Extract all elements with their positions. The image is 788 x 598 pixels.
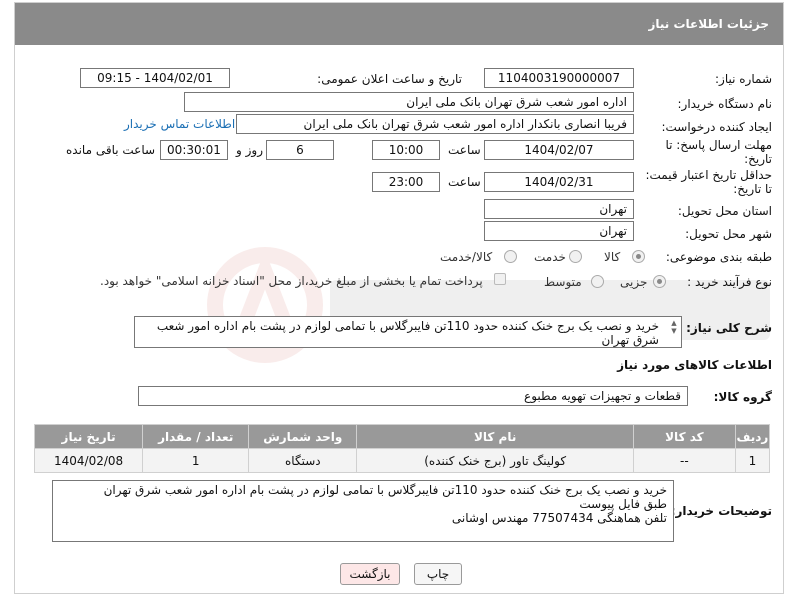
remaining-time-field[interactable]: 00:30:01 [160, 140, 228, 160]
process-radio-medium[interactable] [591, 275, 604, 288]
buyer-notes-line-3: تلفن هماهنگی 77507434 مهندس اوشانی [451, 511, 667, 525]
category-radio-goods[interactable] [632, 250, 645, 263]
reply-days-label: روز و [236, 143, 263, 157]
price-validity-date-field[interactable]: 1404/02/31 [484, 172, 634, 192]
need-number-label: شماره نیاز: [715, 72, 772, 86]
reply-deadline-date-field[interactable]: 1404/02/07 [484, 140, 634, 160]
delivery-city-field[interactable]: تهران [484, 221, 634, 241]
buyer-notes-label: توضیحات خریدار: [670, 504, 772, 518]
cell-unit: دستگاه [248, 448, 358, 473]
price-validity-label-line1: حداقل تاریخ اعتبار قیمت: [645, 168, 772, 182]
category-radio-goods-service[interactable] [504, 250, 517, 263]
category-option-goods: کالا [604, 250, 621, 264]
category-radio-service[interactable] [569, 250, 582, 263]
buyer-notes-textarea[interactable]: خرید و نصب یک برج خنک کننده حدود 110تن ف… [52, 480, 674, 542]
category-option-goods-service: کالا/خدمت [440, 250, 493, 264]
back-button[interactable]: بازگشت [340, 563, 400, 585]
delivery-province-field[interactable]: تهران [484, 199, 634, 219]
buyer-org-field[interactable]: اداره امور شعب شرق تهران بانک ملی ایران [184, 92, 634, 112]
reply-deadline-time-label: ساعت [448, 143, 481, 157]
col-row-number: ردیف [734, 424, 771, 449]
reply-deadline-label-line1: مهلت ارسال پاسخ: تا [665, 138, 772, 152]
process-radio-minor[interactable] [653, 275, 666, 288]
buyer-contact-link[interactable]: اطلاعات تماس خریدار [124, 117, 235, 131]
page-title: جزئیات اطلاعات نیاز [648, 17, 769, 31]
items-table: ردیف کد کالا نام کالا واحد شمارش تعداد /… [33, 424, 771, 473]
price-validity-time-label: ساعت [448, 175, 481, 189]
reply-deadline-time-field[interactable]: 10:00 [372, 140, 440, 160]
need-number-field[interactable]: 1104003190000007 [484, 68, 634, 88]
treasury-payment-checkbox[interactable] [494, 273, 506, 285]
category-label: طبقه بندی موضوعی: [665, 250, 772, 264]
cell-need-date: 1404/02/08 [33, 448, 144, 473]
items-table-header-row: ردیف کد کالا نام کالا واحد شمارش تعداد /… [33, 424, 771, 449]
goods-group-field[interactable]: قطعات و تجهیزات تهویه مطبوع [138, 386, 688, 406]
reply-days-field[interactable]: 6 [266, 140, 334, 160]
cell-row-number: 1 [734, 448, 771, 473]
cell-goods-code: -- [632, 448, 736, 473]
price-validity-label-line2: تا تاریخ: [733, 182, 772, 196]
remaining-time-label: ساعت باقی مانده [66, 143, 156, 157]
print-button[interactable]: چاپ [414, 563, 462, 585]
description-textarea[interactable]: خرید و نصب یک برج خنک کننده حدود 110تن ف… [134, 316, 682, 348]
panel-header: جزئیات اطلاعات نیاز [15, 3, 783, 45]
process-option-minor: جزیی [620, 275, 648, 289]
treasury-payment-note: پرداخت تمام یا بخشی از مبلغ خرید،از محل … [100, 274, 483, 288]
announce-datetime-field[interactable]: 1404/02/01 - 09:15 [80, 68, 230, 88]
process-option-medium: متوسط [544, 275, 582, 289]
col-unit: واحد شمارش [248, 424, 358, 449]
announce-datetime-label: تاریخ و ساعت اعلان عمومی: [317, 72, 462, 86]
description-label: شرح کلی نیاز: [686, 321, 772, 335]
requester-field[interactable]: فریبا انصاری بانکدار اداره امور شعب شرق … [236, 114, 634, 134]
cell-goods-name: کولینگ تاور (برج خنک کننده) [356, 448, 634, 473]
delivery-city-label: شهر محل تحویل: [685, 227, 772, 241]
category-option-service: خدمت [534, 250, 566, 264]
col-need-date: تاریخ نیاز [33, 424, 144, 449]
cell-quantity: 1 [142, 448, 250, 473]
description-scroll-arrows-icon[interactable]: ▲ ▼ [669, 319, 679, 335]
process-type-label: نوع فرآیند خرید : [687, 275, 772, 289]
table-row[interactable]: 1 -- کولینگ تاور (برج خنک کننده) دستگاه … [33, 448, 771, 473]
buyer-org-label: نام دستگاه خریدار: [677, 97, 773, 111]
buyer-notes-line-1: خرید و نصب یک برج خنک کننده حدود 110تن ف… [103, 483, 667, 497]
description-text: خرید و نصب یک برج خنک کننده حدود 110تن ف… [156, 319, 659, 347]
reply-deadline-label-line2: تاریخ: [744, 152, 772, 166]
goods-section-title: اطلاعات کالاهای مورد نیاز [617, 358, 772, 372]
delivery-province-label: استان محل تحویل: [677, 204, 772, 218]
requester-label: ایجاد کننده درخواست: [661, 120, 772, 134]
buyer-notes-line-2: طبق فایل پیوست [579, 497, 667, 511]
price-validity-time-field[interactable]: 23:00 [372, 172, 440, 192]
goods-group-label: گروه کالا: [713, 390, 772, 404]
col-goods-name: نام کالا [356, 424, 634, 449]
col-goods-code: کد کالا [632, 424, 736, 449]
col-quantity: تعداد / مقدار [142, 424, 250, 449]
